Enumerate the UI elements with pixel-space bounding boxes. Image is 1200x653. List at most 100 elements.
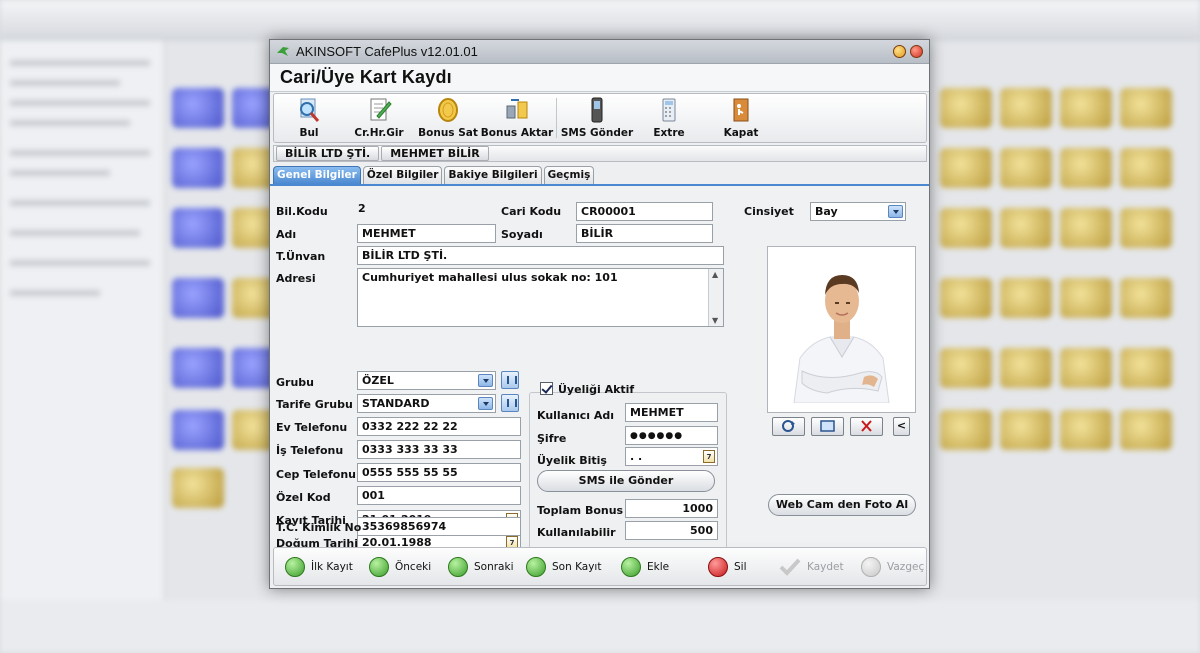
is-tel-label: İş Telefonu [276, 444, 344, 457]
grubu-select[interactable]: ÖZEL [357, 371, 496, 390]
delete-icon [708, 557, 728, 577]
add-icon [621, 557, 641, 577]
calendar-icon[interactable]: 7 [703, 450, 715, 463]
tab-genel-bilgiler[interactable]: Genel Bilgiler [273, 166, 361, 184]
bil-kodu-value: 2 [358, 202, 366, 215]
add-record-button[interactable]: Ekle [621, 557, 669, 577]
adi-field[interactable]: MEHMET [357, 224, 496, 243]
sms-ile-gonder-button[interactable]: SMS ile Gönder [537, 470, 715, 492]
toolbar-bonus-sat-button[interactable]: Bonus Sat [414, 94, 482, 142]
chevron-down-icon[interactable] [478, 397, 493, 410]
chevron-down-icon[interactable] [478, 374, 493, 387]
next-record-button[interactable]: Sonraki [448, 557, 514, 577]
cinsiyet-select[interactable]: Bay [810, 202, 906, 221]
cari-kodu-field[interactable]: CR00001 [576, 202, 713, 221]
tarife-label: Tarife Grubu [276, 398, 353, 411]
ozel-kod-field[interactable]: 001 [357, 486, 521, 505]
transfer-icon [506, 99, 528, 119]
photo-prev-button[interactable]: < [893, 417, 910, 436]
uyelik-aktif-checkbox[interactable] [540, 382, 553, 395]
kullanilabilir-field: 500 [625, 521, 718, 540]
unvan-field[interactable]: BİLİR LTD ŞTİ. [357, 246, 724, 265]
coin-icon [438, 98, 458, 122]
kullanici-adi-field[interactable]: MEHMET [625, 403, 718, 422]
kullanilabilir-label: Kullanılabilir [537, 526, 616, 539]
adres-scrollbar[interactable]: ▲ ▼ [708, 269, 723, 326]
last-record-button[interactable]: Son Kayıt [526, 557, 601, 577]
save-record-button[interactable]: Kaydet [779, 557, 844, 577]
toolbar-bul-button[interactable]: Bul [274, 94, 344, 142]
title-bar[interactable]: AKINSOFT CafePlus v12.01.01 [270, 40, 929, 64]
tc-kimlik-field[interactable]: 35369856974 [357, 517, 521, 536]
member-photo [772, 253, 911, 404]
save-check-icon [779, 558, 801, 576]
cep-tel-field[interactable]: 0555 555 55 55 [357, 463, 521, 482]
photo-view-button[interactable] [811, 417, 844, 436]
ev-tel-field[interactable]: 0332 222 22 22 [357, 417, 521, 436]
cancel-icon [861, 557, 881, 577]
toolbar-sms-gonder-button[interactable]: SMS Gönder [561, 94, 633, 142]
phone-icon [591, 97, 603, 123]
search-icon [300, 98, 320, 122]
ozel-kod-label: Özel Kod [276, 491, 331, 504]
tarife-value: STANDARD [362, 397, 430, 410]
toolbar-cr-hr-gir-button[interactable]: Cr.Hr.Gir [344, 94, 414, 142]
tarife-select[interactable]: STANDARD [357, 394, 496, 413]
soyadi-label: Soyadı [501, 228, 543, 241]
form-header: Cari/Üye Kart Kaydı [270, 64, 929, 92]
monitor-icon [820, 420, 835, 432]
uyelik-aktif-label: Üyeliği Aktif [558, 383, 635, 396]
sifre-label: Şifre [537, 432, 567, 445]
adres-label: Adresi [276, 272, 316, 285]
cinsiyet-value: Bay [815, 205, 838, 218]
soyadi-field[interactable]: BİLİR [576, 224, 713, 243]
previous-record-button[interactable]: Önceki [369, 557, 431, 577]
bil-kodu-label: Bil.Kodu [276, 205, 328, 218]
uyelik-bitis-value: . . [630, 450, 643, 463]
tab-gecmis[interactable]: Geçmiş [543, 166, 595, 184]
window-title: AKINSOFT CafePlus v12.01.01 [296, 44, 478, 59]
toolbar-kapat-button[interactable]: Kapat [705, 94, 777, 142]
tab-bakiye-bilgileri[interactable]: Bakiye Bilgileri [444, 166, 542, 184]
cep-tel-label: Cep Telefonu [276, 468, 356, 481]
delete-record-button[interactable]: Sil [708, 557, 747, 577]
adres-textarea[interactable]: Cumhuriyet mahallesi ulus sokak no: 101 … [357, 268, 724, 327]
toplam-bonus-label: Toplam Bonus [537, 504, 624, 517]
webcam-photo-button[interactable]: Web Cam den Foto Al [768, 494, 916, 516]
first-record-button[interactable]: İlk Kayıt [285, 557, 353, 577]
member-photo-frame [767, 246, 916, 413]
scroll-down-icon[interactable]: ▼ [712, 316, 718, 325]
uyelik-bitis-label: Üyelik Bitiş [537, 454, 607, 467]
chevron-down-icon[interactable] [888, 205, 903, 218]
toolbar: Bul Cr.Hr.Gir Bonus Sat Bonus Aktar SMS … [273, 93, 927, 143]
unvan-label: T.Ünvan [276, 250, 326, 263]
toolbar-extre-button[interactable]: Extre [633, 94, 705, 142]
photo-rotate-button[interactable] [772, 417, 805, 436]
minimize-button[interactable] [893, 45, 906, 58]
cinsiyet-label: Cinsiyet [744, 205, 794, 218]
person-name-badge: MEHMET BİLİR [381, 146, 489, 161]
photo-delete-button[interactable] [850, 417, 883, 436]
delete-x-icon [861, 420, 872, 432]
close-window-button[interactable] [910, 45, 923, 58]
calculator-icon [662, 98, 676, 122]
general-info-form: Bil.Kodu 2 Cari Kodu CR00001 Cinsiyet Ba… [270, 186, 929, 553]
is-tel-field[interactable]: 0333 333 33 33 [357, 440, 521, 459]
tab-ozel-bilgiler[interactable]: Özel Bilgiler [362, 166, 443, 184]
last-record-icon [526, 557, 546, 577]
cancel-record-button[interactable]: Vazgeç [861, 557, 924, 577]
rotate-icon [782, 420, 795, 432]
sifre-field[interactable]: ●●●●●● [625, 426, 718, 445]
uyelik-bitis-field[interactable]: . . 7 [625, 447, 718, 466]
grubu-lookup-button[interactable] [501, 371, 519, 389]
tarife-lookup-button[interactable] [501, 394, 519, 412]
previous-icon [369, 557, 389, 577]
toplam-bonus-field: 1000 [625, 499, 718, 518]
ev-tel-label: Ev Telefonu [276, 421, 348, 434]
next-icon [448, 557, 468, 577]
toolbar-bonus-aktar-button[interactable]: Bonus Aktar [481, 94, 553, 142]
tab-strip: Genel Bilgiler Özel Bilgiler Bakiye Bilg… [273, 166, 596, 184]
scroll-up-icon[interactable]: ▲ [712, 270, 718, 279]
notepad-icon [370, 98, 392, 121]
kullanici-adi-label: Kullanıcı Adı [537, 409, 615, 422]
